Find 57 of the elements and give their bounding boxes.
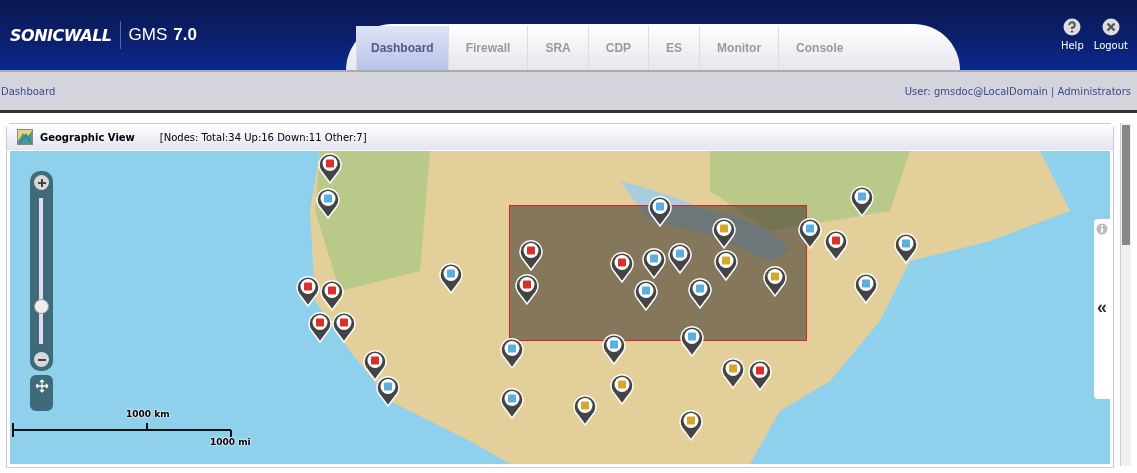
zoom-handle[interactable]: [34, 298, 49, 314]
map-pin-icon[interactable]: [573, 394, 597, 426]
map-pin-icon[interactable]: [332, 311, 356, 343]
move-icon: [34, 379, 49, 393]
map-pin-icon[interactable]: [500, 387, 524, 419]
map-pin-icon[interactable]: [296, 275, 320, 307]
map-pin-icon[interactable]: [714, 249, 738, 281]
map-pin-icon[interactable]: [376, 375, 400, 407]
map-pin-icon[interactable]: [748, 359, 772, 391]
scrollbar[interactable]: [1120, 123, 1131, 466]
map-pin-icon[interactable]: [515, 273, 539, 305]
map-pin-icon[interactable]: [320, 279, 344, 311]
map-pin-icon[interactable]: [439, 262, 463, 294]
map-pin-icon[interactable]: [824, 229, 848, 261]
product-version: 7.0: [173, 25, 197, 45]
map-pin-icon[interactable]: [610, 373, 634, 405]
map-pin-icon[interactable]: [721, 357, 745, 389]
map-pin-icon[interactable]: [500, 337, 524, 369]
logo-text: SONICWALL: [10, 25, 112, 45]
map-pin-icon[interactable]: [642, 247, 666, 279]
logout-button[interactable]: Logout: [1090, 18, 1131, 70]
map-pin-icon[interactable]: [763, 265, 787, 297]
zoom-in-button[interactable]: [34, 175, 49, 190]
map-pin-icon[interactable]: [679, 409, 703, 441]
map-pin-icon[interactable]: [854, 272, 878, 304]
map-pin-icon[interactable]: [519, 239, 543, 271]
map-pin-icon[interactable]: [308, 311, 332, 343]
map-pin-icon[interactable]: [648, 195, 672, 227]
map-pin-icon[interactable]: [634, 279, 658, 311]
panel-title: Geographic View: [40, 131, 135, 143]
map-pin-icon[interactable]: [316, 187, 340, 219]
close-icon: [1101, 18, 1120, 36]
scale-label: 1000 km: [126, 409, 170, 419]
map-pin-icon[interactable]: [610, 251, 634, 283]
map-pin-icon[interactable]: [712, 217, 736, 249]
collapse-button[interactable]: «: [1097, 297, 1107, 318]
zoom-out-button[interactable]: [34, 352, 49, 367]
scale-label: 1000 mi: [210, 437, 251, 447]
map-pin-icon[interactable]: [318, 152, 342, 184]
pan-button[interactable]: [30, 375, 53, 411]
map-pin-icon[interactable]: [363, 349, 387, 381]
map-pin-icon[interactable]: [894, 232, 918, 264]
map-icon: [17, 129, 33, 145]
map-pin-icon[interactable]: [680, 325, 704, 357]
user-info: User: gmsdoc@LocalDomain | Administrators: [904, 85, 1131, 97]
plus-icon: [36, 177, 47, 188]
map-pin-icon[interactable]: [668, 242, 692, 274]
node-summary: [Nodes: Total:34 Up:16 Down:11 Other:7]: [159, 131, 367, 143]
map-pin-icon[interactable]: [688, 277, 712, 309]
help-button[interactable]: Help: [1057, 18, 1087, 70]
map-pin-icon[interactable]: [798, 217, 822, 249]
help-icon: [1063, 18, 1082, 36]
product-name: GMS: [128, 25, 168, 45]
nav-tab[interactable]: Dashboard: [356, 26, 448, 70]
map-pin-icon[interactable]: [850, 185, 874, 217]
map-pin-icon[interactable]: [602, 333, 626, 365]
breadcrumb-link[interactable]: Dashboard: [1, 85, 56, 97]
